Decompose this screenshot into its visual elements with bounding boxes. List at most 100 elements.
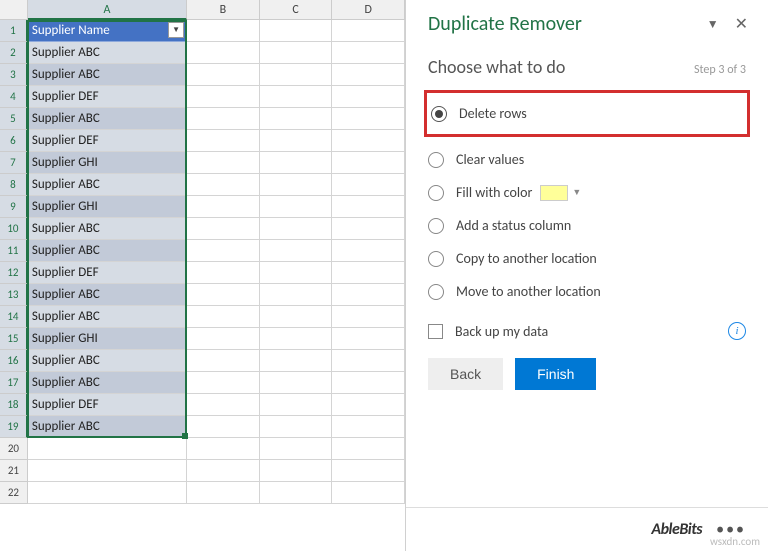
chevron-down-icon[interactable]: ▼ (572, 187, 581, 198)
cell[interactable] (260, 416, 333, 438)
cell[interactable] (260, 20, 333, 42)
cell[interactable] (187, 174, 260, 196)
row-header[interactable]: 15 (0, 328, 28, 350)
cell[interactable] (332, 328, 405, 350)
cell[interactable] (260, 438, 333, 460)
data-cell[interactable]: Supplier ABC (28, 174, 187, 196)
cell[interactable] (187, 64, 260, 86)
data-cell[interactable]: Supplier ABC (28, 64, 187, 86)
cell[interactable] (187, 394, 260, 416)
cell[interactable] (332, 372, 405, 394)
data-cell[interactable]: Supplier ABC (28, 284, 187, 306)
data-cell[interactable]: Supplier GHI (28, 152, 187, 174)
cell[interactable] (332, 64, 405, 86)
row-header[interactable]: 22 (0, 482, 28, 504)
data-cell[interactable]: Supplier DEF (28, 86, 187, 108)
option-clear-values[interactable]: Clear values (428, 143, 746, 176)
cell[interactable] (187, 262, 260, 284)
data-cell[interactable]: Supplier ABC (28, 218, 187, 240)
cell[interactable] (260, 328, 333, 350)
cell[interactable] (332, 218, 405, 240)
cell[interactable] (332, 350, 405, 372)
cell[interactable] (260, 240, 333, 262)
row-header[interactable]: 12 (0, 262, 28, 284)
cell[interactable] (332, 416, 405, 438)
cell[interactable] (332, 306, 405, 328)
cell[interactable] (260, 350, 333, 372)
color-swatch[interactable] (540, 185, 568, 201)
row-header[interactable]: 5 (0, 108, 28, 130)
cell[interactable] (332, 240, 405, 262)
cell[interactable] (332, 42, 405, 64)
cell[interactable] (260, 86, 333, 108)
cell[interactable] (187, 416, 260, 438)
cell[interactable] (28, 438, 187, 460)
row-header[interactable]: 19 (0, 416, 28, 438)
cell[interactable] (260, 152, 333, 174)
col-header-c[interactable]: C (260, 0, 333, 20)
row-header[interactable]: 2 (0, 42, 28, 64)
cell[interactable] (187, 460, 260, 482)
cell[interactable] (260, 482, 333, 504)
close-icon[interactable]: ✕ (731, 14, 752, 34)
data-cell[interactable]: Supplier DEF (28, 262, 187, 284)
cell[interactable] (332, 86, 405, 108)
cell[interactable] (187, 438, 260, 460)
cell[interactable] (332, 262, 405, 284)
cell[interactable] (260, 174, 333, 196)
cell[interactable] (28, 482, 187, 504)
row-header[interactable]: 1 (0, 20, 28, 42)
cell[interactable] (28, 460, 187, 482)
cell[interactable] (332, 174, 405, 196)
data-cell[interactable]: Supplier ABC (28, 350, 187, 372)
data-cell[interactable]: Supplier ABC (28, 240, 187, 262)
cell[interactable] (332, 130, 405, 152)
cell[interactable] (332, 152, 405, 174)
cell[interactable] (332, 438, 405, 460)
back-button[interactable]: Back (428, 358, 503, 390)
cell[interactable] (187, 130, 260, 152)
cell[interactable] (187, 196, 260, 218)
col-header-a[interactable]: A (28, 0, 187, 20)
filter-dropdown-icon[interactable]: ▼ (168, 22, 184, 38)
data-cell[interactable]: Supplier ABC (28, 372, 187, 394)
option-move-location[interactable]: Move to another location (428, 275, 746, 308)
cell[interactable] (260, 460, 333, 482)
row-header[interactable]: 8 (0, 174, 28, 196)
cell[interactable] (260, 64, 333, 86)
row-header[interactable]: 17 (0, 372, 28, 394)
cell[interactable] (260, 42, 333, 64)
cell[interactable] (260, 196, 333, 218)
option-copy-location[interactable]: Copy to another location (428, 242, 746, 275)
cell[interactable] (332, 284, 405, 306)
table-header-cell[interactable]: Supplier Name ▼ (28, 20, 187, 42)
row-header[interactable]: 16 (0, 350, 28, 372)
row-header[interactable]: 18 (0, 394, 28, 416)
cell[interactable] (332, 394, 405, 416)
cell[interactable] (187, 86, 260, 108)
row-header[interactable]: 10 (0, 218, 28, 240)
data-cell[interactable]: Supplier ABC (28, 108, 187, 130)
row-header[interactable]: 14 (0, 306, 28, 328)
cell[interactable] (187, 20, 260, 42)
data-cell[interactable]: Supplier DEF (28, 130, 187, 152)
option-fill-color[interactable]: Fill with color ▼ (428, 176, 746, 209)
row-header[interactable]: 13 (0, 284, 28, 306)
cell[interactable] (332, 460, 405, 482)
cell[interactable] (260, 262, 333, 284)
cell[interactable] (187, 372, 260, 394)
info-icon[interactable]: i (728, 322, 746, 340)
row-header[interactable]: 6 (0, 130, 28, 152)
cell[interactable] (187, 240, 260, 262)
cell[interactable] (260, 372, 333, 394)
cell[interactable] (332, 108, 405, 130)
col-header-b[interactable]: B (187, 0, 260, 20)
option-add-status[interactable]: Add a status column (428, 209, 746, 242)
data-cell[interactable]: Supplier ABC (28, 306, 187, 328)
row-header[interactable]: 4 (0, 86, 28, 108)
data-cell[interactable]: Supplier DEF (28, 394, 187, 416)
cell[interactable] (260, 306, 333, 328)
pane-menu-dropdown[interactable]: ▼ (707, 17, 719, 32)
cell[interactable] (187, 306, 260, 328)
cell[interactable] (187, 152, 260, 174)
